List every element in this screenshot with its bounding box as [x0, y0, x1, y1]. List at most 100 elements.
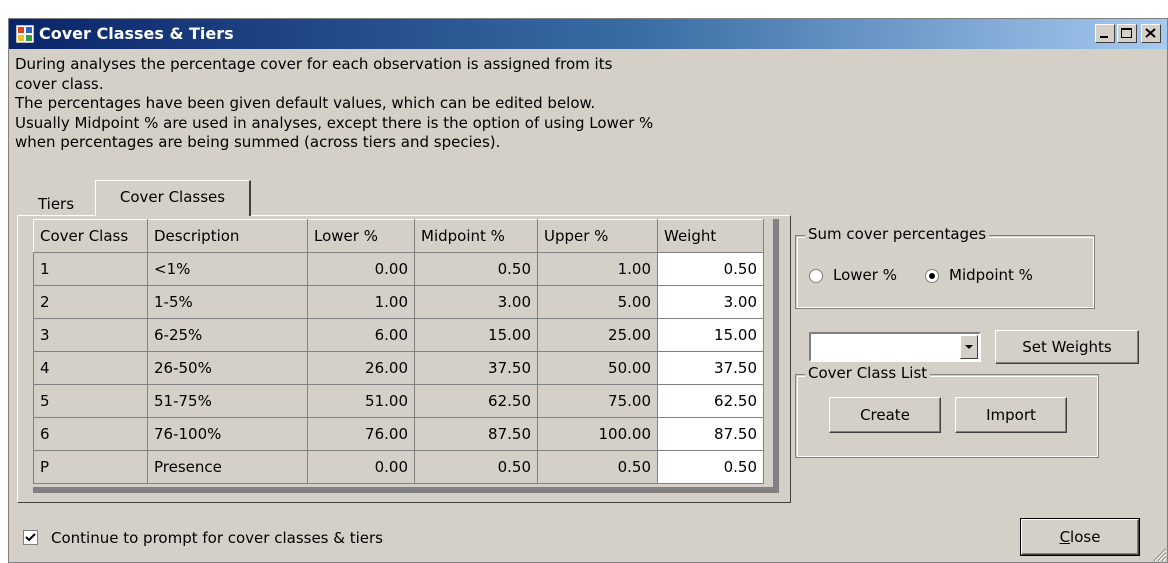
minimize-button[interactable] — [1095, 24, 1115, 43]
table-row[interactable]: 1 <1% 0.00 0.50 1.00 0.50 — [33, 252, 764, 286]
table-cell: 6-25% — [147, 318, 308, 352]
table-cell: 1-5% — [147, 285, 308, 319]
table-cell: 3 — [33, 318, 148, 352]
intro-line: During analyses the percentage cover for… — [15, 55, 613, 73]
dropdown-arrow[interactable] — [960, 335, 978, 359]
create-label: Create — [860, 406, 910, 424]
intro-text: During analyses the percentage cover for… — [15, 55, 755, 153]
close-icon — [1145, 28, 1156, 38]
intro-line: when percentages are being summed (acros… — [15, 133, 501, 151]
column-header[interactable]: Lower % — [307, 219, 415, 253]
table-cell: 5.00 — [537, 285, 658, 319]
table-cell: 1 — [33, 252, 148, 286]
midpoint-percent-radio[interactable] — [925, 269, 939, 283]
table-cell: 51-75% — [147, 384, 308, 418]
table-cell: 87.50 — [414, 417, 538, 451]
table-cell: 3.00 — [414, 285, 538, 319]
midpoint-percent-label[interactable]: Midpoint % — [949, 266, 1033, 284]
table-cell: P — [33, 450, 148, 484]
table-cell: 75.00 — [537, 384, 658, 418]
column-header[interactable]: Midpoint % — [414, 219, 538, 253]
grid-border-shadow — [773, 219, 779, 493]
cover-class-table: Cover Class Description Lower % Midpoint… — [33, 219, 764, 484]
table-cell: 100.00 — [537, 417, 658, 451]
close-button[interactable]: Close — [1020, 518, 1140, 556]
table-row[interactable]: 3 6-25% 6.00 15.00 25.00 15.00 — [33, 318, 764, 352]
set-weights-button[interactable]: Set Weights — [995, 330, 1139, 364]
create-button[interactable]: Create — [829, 397, 941, 433]
chevron-down-icon — [965, 345, 973, 349]
lower-percent-label[interactable]: Lower % — [833, 266, 897, 284]
cover-class-grid[interactable]: Cover Class Description Lower % Midpoint… — [33, 219, 779, 493]
table-cell: 4 — [33, 351, 148, 385]
dialog-window: Cover Classes & Tiers During analyses th… — [8, 18, 1168, 563]
table-cell: 26-50% — [147, 351, 308, 385]
close-label: lose — [1070, 528, 1101, 546]
table-cell: 2 — [33, 285, 148, 319]
table-cell: 1.00 — [537, 252, 658, 286]
table-cell: 62.50 — [414, 384, 538, 418]
table-cell: 0.00 — [307, 450, 415, 484]
table-cell: 76.00 — [307, 417, 415, 451]
table-cell[interactable]: 37.50 — [657, 351, 764, 385]
table-cell: 25.00 — [537, 318, 658, 352]
column-header[interactable]: Weight — [657, 219, 764, 253]
table-cell: 76-100% — [147, 417, 308, 451]
table-cell[interactable]: 0.50 — [657, 450, 764, 484]
table-cell: 51.00 — [307, 384, 415, 418]
tab-cover-classes[interactable]: Cover Classes — [95, 180, 251, 216]
table-row[interactable]: 5 51-75% 51.00 62.50 75.00 62.50 — [33, 384, 764, 418]
column-header[interactable]: Cover Class — [33, 219, 148, 253]
column-header[interactable]: Description — [147, 219, 308, 253]
close-window-button[interactable] — [1141, 24, 1161, 43]
cover-class-list-legend: Cover Class List — [805, 364, 931, 382]
table-cell: 1.00 — [307, 285, 415, 319]
table-header-row: Cover Class Description Lower % Midpoint… — [33, 219, 764, 253]
set-weights-label: Set Weights — [1022, 338, 1112, 356]
column-header[interactable]: Upper % — [537, 219, 658, 253]
app-icon — [16, 25, 34, 43]
sum-cover-legend: Sum cover percentages — [805, 225, 990, 243]
table-cell: 0.00 — [307, 252, 415, 286]
table-cell: 6 — [33, 417, 148, 451]
continue-prompt-label[interactable]: Continue to prompt for cover classes & t… — [51, 529, 383, 547]
table-cell[interactable]: 3.00 — [657, 285, 764, 319]
table-cell: <1% — [147, 252, 308, 286]
table-cell[interactable]: 0.50 — [657, 252, 764, 286]
table-cell: 15.00 — [414, 318, 538, 352]
table-row[interactable]: P Presence 0.00 0.50 0.50 0.50 — [33, 450, 764, 484]
table-cell: 26.00 — [307, 351, 415, 385]
table-cell[interactable]: 62.50 — [657, 384, 764, 418]
window-title: Cover Classes & Tiers — [39, 24, 234, 43]
maximize-button[interactable] — [1117, 24, 1137, 43]
table-cell[interactable]: 15.00 — [657, 318, 764, 352]
tab-label: Cover Classes — [119, 188, 226, 206]
table-cell: 5 — [33, 384, 148, 418]
weights-dropdown[interactable] — [809, 332, 981, 362]
tab-tiers[interactable]: Tiers — [17, 187, 95, 215]
import-label: Import — [986, 406, 1036, 424]
continue-prompt-checkbox[interactable] — [23, 530, 38, 545]
title-bar[interactable]: Cover Classes & Tiers — [9, 19, 1167, 49]
minimize-icon — [1100, 36, 1108, 38]
table-cell: 50.00 — [537, 351, 658, 385]
table-row[interactable]: 6 76-100% 76.00 87.50 100.00 87.50 — [33, 417, 764, 451]
tab-label: Tiers — [37, 195, 75, 213]
table-cell: 0.50 — [537, 450, 658, 484]
lower-percent-radio[interactable] — [809, 269, 823, 283]
intro-line: cover class. — [15, 74, 104, 93]
intro-line: The percentages have been given default … — [15, 94, 596, 112]
table-row[interactable]: 4 26-50% 26.00 37.50 50.00 37.50 — [33, 351, 764, 385]
import-button[interactable]: Import — [955, 397, 1067, 433]
table-cell: Presence — [147, 450, 308, 484]
resize-grip-icon[interactable] — [1149, 544, 1167, 562]
table-cell: 0.50 — [414, 252, 538, 286]
table-cell: 37.50 — [414, 351, 538, 385]
table-cell: 0.50 — [414, 450, 538, 484]
table-cell[interactable]: 87.50 — [657, 417, 764, 451]
intro-line: Usually Midpoint % are used in analyses,… — [15, 113, 654, 132]
grid-border-shadow — [33, 487, 779, 493]
close-accelerator: C — [1059, 528, 1071, 546]
table-cell: 6.00 — [307, 318, 415, 352]
table-row[interactable]: 2 1-5% 1.00 3.00 5.00 3.00 — [33, 285, 764, 319]
